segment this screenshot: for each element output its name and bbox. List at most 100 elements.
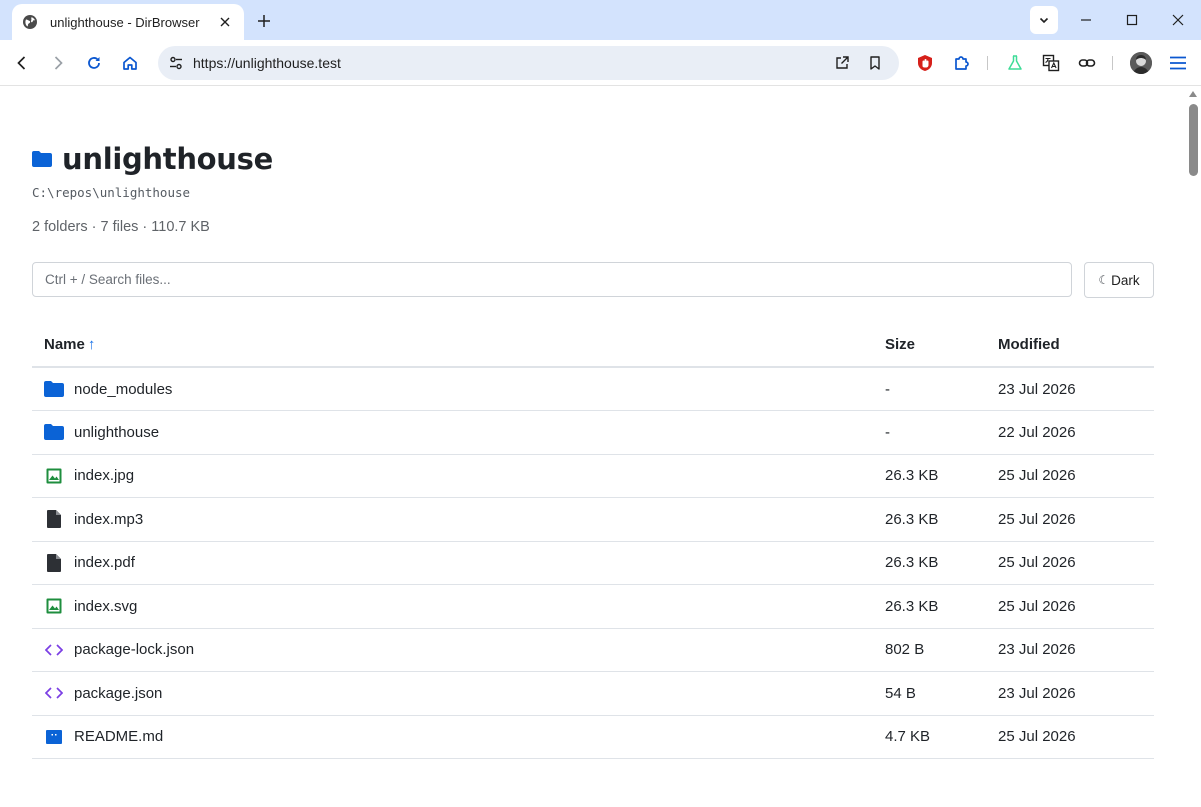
scroll-up-arrow-icon[interactable] [1189,91,1197,97]
active-tab[interactable]: unlighthouse - DirBrowser [12,4,244,40]
file-rows: node_modules -23 Jul 2026 unlighthouse -22 … [32,367,1154,759]
modified-cell: 25 Jul 2026 [986,584,1154,629]
name-cell[interactable]: node_modules [32,367,873,411]
file-name-link[interactable]: package-lock.json [74,641,194,658]
name-column-header[interactable]: Name ↑ [32,323,873,368]
modified-cell: 23 Jul 2026 [986,671,1154,716]
scrollbar-thumb[interactable] [1189,104,1198,176]
table-row[interactable]: index.mp3 26.3 KB 25 Jul 2026 [32,497,1154,542]
minimize-icon[interactable] [1074,8,1098,32]
directory-summary: 2 folders · 7 files · 110.7 KB [32,219,210,235]
table-header-row: Name ↑ Size Modified [32,323,1154,368]
file-entry[interactable]: unlighthouse [44,423,861,441]
file-entry[interactable]: index.mp3 [44,510,861,529]
file-name-link[interactable]: README.md [74,728,163,745]
modified-cell: 22 Jul 2026 [986,410,1154,455]
home-icon[interactable] [118,51,142,75]
page-content: unlighthouse C:\repos\unlighthouse 2 fol… [0,87,1186,807]
file-name-link[interactable]: index.pdf [74,554,135,571]
file-entry[interactable]: package-lock.json [44,641,861,659]
dark-mode-label: Dark [1111,272,1140,288]
folder-icon [44,380,64,398]
back-icon[interactable] [10,51,34,75]
table-row[interactable]: index.jpg 26.3 KB 25 Jul 2026 [32,454,1154,498]
modified-column-header[interactable]: Modified [986,323,1154,368]
file-name-link[interactable]: package.json [74,685,162,702]
name-cell[interactable]: README.md [32,715,873,759]
forward-icon[interactable] [46,51,70,75]
file-entry[interactable]: README.md [44,728,861,746]
address-bar[interactable]: https://unlighthouse.test [158,46,899,80]
profile-avatar[interactable] [1130,52,1152,74]
name-cell[interactable]: unlighthouse [32,410,873,455]
name-cell[interactable]: package-lock.json [32,628,873,672]
file-entry[interactable]: index.pdf [44,553,861,572]
size-cell: - [873,410,986,455]
dark-mode-toggle-button[interactable]: ☾ Dark [1084,262,1154,298]
toolbar-separator [1112,56,1113,70]
file-name-link[interactable]: index.mp3 [74,511,143,528]
file-name-link[interactable]: index.svg [74,598,137,615]
globe-icon [22,14,38,30]
modified-cell: 23 Jul 2026 [986,367,1154,411]
size-cell: 26.3 KB [873,454,986,498]
name-cell[interactable]: index.svg [32,584,873,629]
size-column-header[interactable]: Size [873,323,986,368]
file-entry[interactable]: index.svg [44,597,861,615]
file-icon [44,553,64,572]
tab-title: unlighthouse - DirBrowser [50,14,200,30]
new-tab-icon[interactable] [253,10,275,32]
code-file-icon [44,684,64,702]
folder-icon [44,423,64,441]
directory-path: C:\repos\unlighthouse [32,185,191,200]
image-file-icon [44,597,64,615]
vertical-scrollbar[interactable] [1186,87,1201,807]
ublock-icon[interactable] [913,51,937,75]
moon-icon: ☾ [1098,273,1110,287]
bookmark-icon[interactable] [863,51,887,75]
link-icon[interactable] [1075,51,1099,75]
flask-icon[interactable] [1003,51,1027,75]
page-header: unlighthouse [32,142,273,176]
table-row[interactable]: package-lock.json 802 B 23 Jul 2026 [32,628,1154,672]
table-row[interactable]: node_modules -23 Jul 2026 [32,367,1154,411]
name-cell[interactable]: index.pdf [32,541,873,585]
size-cell: 54 B [873,671,986,716]
table-row[interactable]: package.json 54 B 23 Jul 2026 [32,671,1154,716]
table-row[interactable]: index.svg 26.3 KB 25 Jul 2026 [32,584,1154,629]
table-row[interactable]: unlighthouse -22 Jul 2026 [32,410,1154,455]
site-settings-icon[interactable] [164,51,188,75]
file-entry[interactable]: index.jpg [44,467,861,485]
markdown-file-icon [44,728,64,746]
table-row[interactable]: index.pdf 26.3 KB 25 Jul 2026 [32,541,1154,585]
name-cell[interactable]: index.mp3 [32,497,873,542]
table-row[interactable]: README.md 4.7 KB 25 Jul 2026 [32,715,1154,759]
file-entry[interactable]: node_modules [44,380,861,398]
size-cell: 4.7 KB [873,715,986,759]
file-name-link[interactable]: node_modules [74,381,172,398]
tab-search-chevron-icon[interactable] [1030,6,1058,34]
maximize-icon[interactable] [1120,8,1144,32]
size-cell: 26.3 KB [873,584,986,629]
share-icon[interactable] [830,51,854,75]
extensions-puzzle-icon[interactable] [950,51,974,75]
menu-icon[interactable] [1166,51,1190,75]
size-cell: 26.3 KB [873,497,986,542]
reload-icon[interactable] [82,51,106,75]
file-table: Name ↑ Size Modified node_modules -23 Jul … [32,323,1154,759]
search-input[interactable] [32,262,1072,297]
file-icon [44,510,64,529]
url-text[interactable]: https://unlighthouse.test [193,55,341,71]
size-cell: 802 B [873,628,986,672]
close-tab-icon[interactable] [216,13,234,31]
close-window-icon[interactable] [1166,8,1190,32]
modified-cell: 25 Jul 2026 [986,454,1154,498]
name-header-label: Name [44,336,85,353]
file-name-link[interactable]: unlighthouse [74,424,159,441]
image-file-icon [44,467,64,485]
file-name-link[interactable]: index.jpg [74,467,134,484]
name-cell[interactable]: index.jpg [32,454,873,498]
name-cell[interactable]: package.json [32,671,873,716]
file-entry[interactable]: package.json [44,684,861,702]
translate-icon[interactable] [1039,51,1063,75]
